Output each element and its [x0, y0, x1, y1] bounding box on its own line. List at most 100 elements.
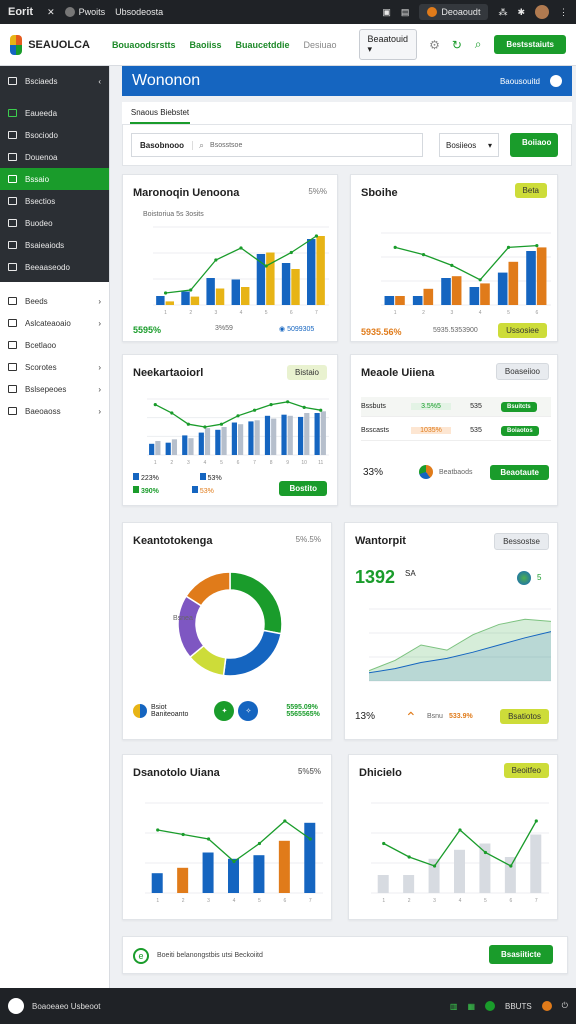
search-icon[interactable]: ⌕	[474, 37, 483, 52]
pie-slice	[222, 629, 282, 677]
card-badge[interactable]: Bistaio	[286, 365, 327, 380]
table-row[interactable]: Bsscasts 1035% 535 Boiaotos	[361, 421, 551, 441]
trend-point	[219, 422, 224, 426]
more-icon[interactable]: ⋮	[559, 7, 568, 18]
chart-icon	[8, 153, 17, 161]
os-chip[interactable]: Deoaoudt	[419, 4, 489, 20]
nav-item-2[interactable]: Baoiiss	[189, 40, 221, 50]
card-title: Sboihe	[361, 187, 398, 199]
sidebar-item-3[interactable]: Douenoa	[0, 146, 109, 168]
bar	[316, 236, 325, 305]
card-badge[interactable]: Boaseiioo	[495, 363, 549, 380]
bar	[480, 283, 490, 305]
sidebar-item-7[interactable]: Bsaieaiods	[0, 234, 109, 256]
bar	[182, 435, 188, 455]
app-name: Eorit	[8, 6, 34, 18]
donut-legend: Bsiot Baniteoanto ✦ ✧ 5595.09% 5565565%	[133, 701, 320, 721]
card-badge[interactable]: Bessostse	[494, 533, 549, 550]
calendar-icon	[8, 197, 17, 205]
network-icon[interactable]: ▥	[450, 1002, 458, 1011]
box-icon	[8, 407, 17, 415]
bar	[155, 441, 161, 455]
nav-item-3[interactable]: Buaucetddie	[235, 40, 289, 50]
gear-icon[interactable]: ⚙	[429, 38, 440, 52]
bar	[206, 278, 215, 305]
folder-icon	[8, 109, 17, 117]
trend-point	[181, 832, 185, 837]
profile-icon[interactable]	[64, 7, 75, 17]
sidebar-item-6[interactable]: Buodeo	[0, 212, 109, 234]
tick-label: 2	[422, 310, 425, 315]
sidebar-item-4[interactable]: Bssaio	[0, 168, 109, 190]
nav-item-4[interactable]: Desiuao	[303, 40, 336, 50]
filter-button[interactable]: Boiiaoo	[510, 133, 558, 157]
app-header: SEAUOLCA Bouaoodsrstts Baoiiss Buaucetdd…	[0, 24, 576, 66]
card-button[interactable]: Bostito	[279, 481, 327, 496]
close-icon[interactable]: ✕	[47, 7, 55, 18]
bar	[508, 261, 519, 305]
settings-icon[interactable]: ✱	[517, 7, 525, 18]
sidebar-bottom-6[interactable]: Baeoaoss ›	[0, 400, 109, 422]
bar	[202, 852, 214, 893]
trend-point	[534, 819, 538, 823]
sidebar-bottom-5[interactable]: Bslsepeoes ›	[0, 378, 109, 400]
trend-point	[450, 263, 454, 267]
card-badge[interactable]: Beta	[514, 183, 547, 198]
bar	[221, 427, 227, 455]
bar	[304, 413, 310, 455]
search-field[interactable]: Basobnooo ⌕ Bsosstsoe	[131, 133, 423, 157]
user-avatar[interactable]	[535, 5, 549, 19]
apps-icon[interactable]: ⁂	[498, 7, 507, 18]
sidebar-item-2[interactable]: Bsociodo	[0, 124, 109, 146]
grid-icon	[8, 319, 17, 327]
tab-overview[interactable]: Snaous Biebstet	[130, 108, 190, 124]
trend-point	[302, 405, 306, 409]
card-foot-button[interactable]: Ussosiee	[498, 323, 547, 338]
power-icon[interactable]: ⏻	[562, 1001, 568, 1011]
banner-link[interactable]: Baousouitd	[500, 77, 540, 86]
card-bars-a: Dsanotolo Uiana 5%5% 1 2 3 4 5 6 7	[122, 754, 332, 920]
chart-legend: Boistoriua 5s 3osits	[143, 211, 204, 218]
bar-chart-3: 1 2 3 4 5 6 7 8 9 10 11	[147, 398, 329, 465]
notice-button[interactable]: Bsasiiticte	[488, 945, 553, 964]
notification-icon[interactable]	[541, 1001, 552, 1011]
refresh-icon[interactable]: ↻	[452, 38, 462, 52]
os-tab-1[interactable]: Pwoits	[79, 7, 106, 17]
big-number: 1392	[355, 567, 396, 587]
bar	[384, 296, 395, 305]
os-tab-2[interactable]: Ubsodeosta	[115, 7, 163, 17]
home-icon[interactable]	[8, 998, 24, 1014]
card-badge[interactable]: Beoitfeo	[503, 763, 549, 778]
bar	[165, 301, 174, 305]
card-button[interactable]: Bsatiotos	[500, 709, 549, 724]
tick-label: 9	[286, 460, 289, 465]
sidebar-header[interactable]: Bsciaeds ‹	[0, 70, 109, 92]
sync-icon[interactable]	[485, 1001, 495, 1011]
chat-icon[interactable]	[550, 75, 562, 87]
trend-point	[509, 864, 513, 868]
battery-icon[interactable]: ▦	[467, 1002, 475, 1011]
window-icon[interactable]: ▣	[382, 7, 391, 18]
sidebar-bottom-3[interactable]: Bcetlaoo	[0, 334, 109, 356]
sidebar-item-5[interactable]: Bsectios	[0, 190, 109, 212]
pie-slice	[185, 571, 231, 607]
stat-right: ◉ 5099305	[279, 326, 315, 333]
table-row[interactable]: Bssbuts 3.5%5 535 Bsuitcts	[361, 397, 551, 417]
bar-chart-4: 1 2 3 4 5 6 7	[145, 802, 323, 903]
trash-icon[interactable]: ▤	[401, 7, 410, 18]
card-button[interactable]: Beaotaute	[490, 465, 549, 480]
menu-icon	[8, 77, 17, 85]
trend-point	[153, 403, 157, 407]
sidebar-bottom-4[interactable]: Scorotes ›	[0, 356, 109, 378]
sidebar-item-1[interactable]: Eaueeda	[0, 102, 109, 124]
header-select[interactable]: Beaatouid ▾	[358, 29, 418, 60]
header-action-button[interactable]: Bestsstaiuts	[494, 35, 566, 54]
sidebar-bottom-1[interactable]: Beeds ›	[0, 290, 109, 312]
nav-item-1[interactable]: Bouaoodsrstts	[112, 40, 176, 50]
card-meta: 5%.5%	[295, 535, 321, 544]
bar	[526, 251, 536, 305]
sidebar-item-8[interactable]: Beeaaseodo	[0, 256, 109, 278]
sidebar-bottom-2[interactable]: Aslcateaoaio ›	[0, 312, 109, 334]
trend-point	[156, 828, 160, 832]
filter-select[interactable]: Bosiieos ▾	[439, 133, 499, 157]
